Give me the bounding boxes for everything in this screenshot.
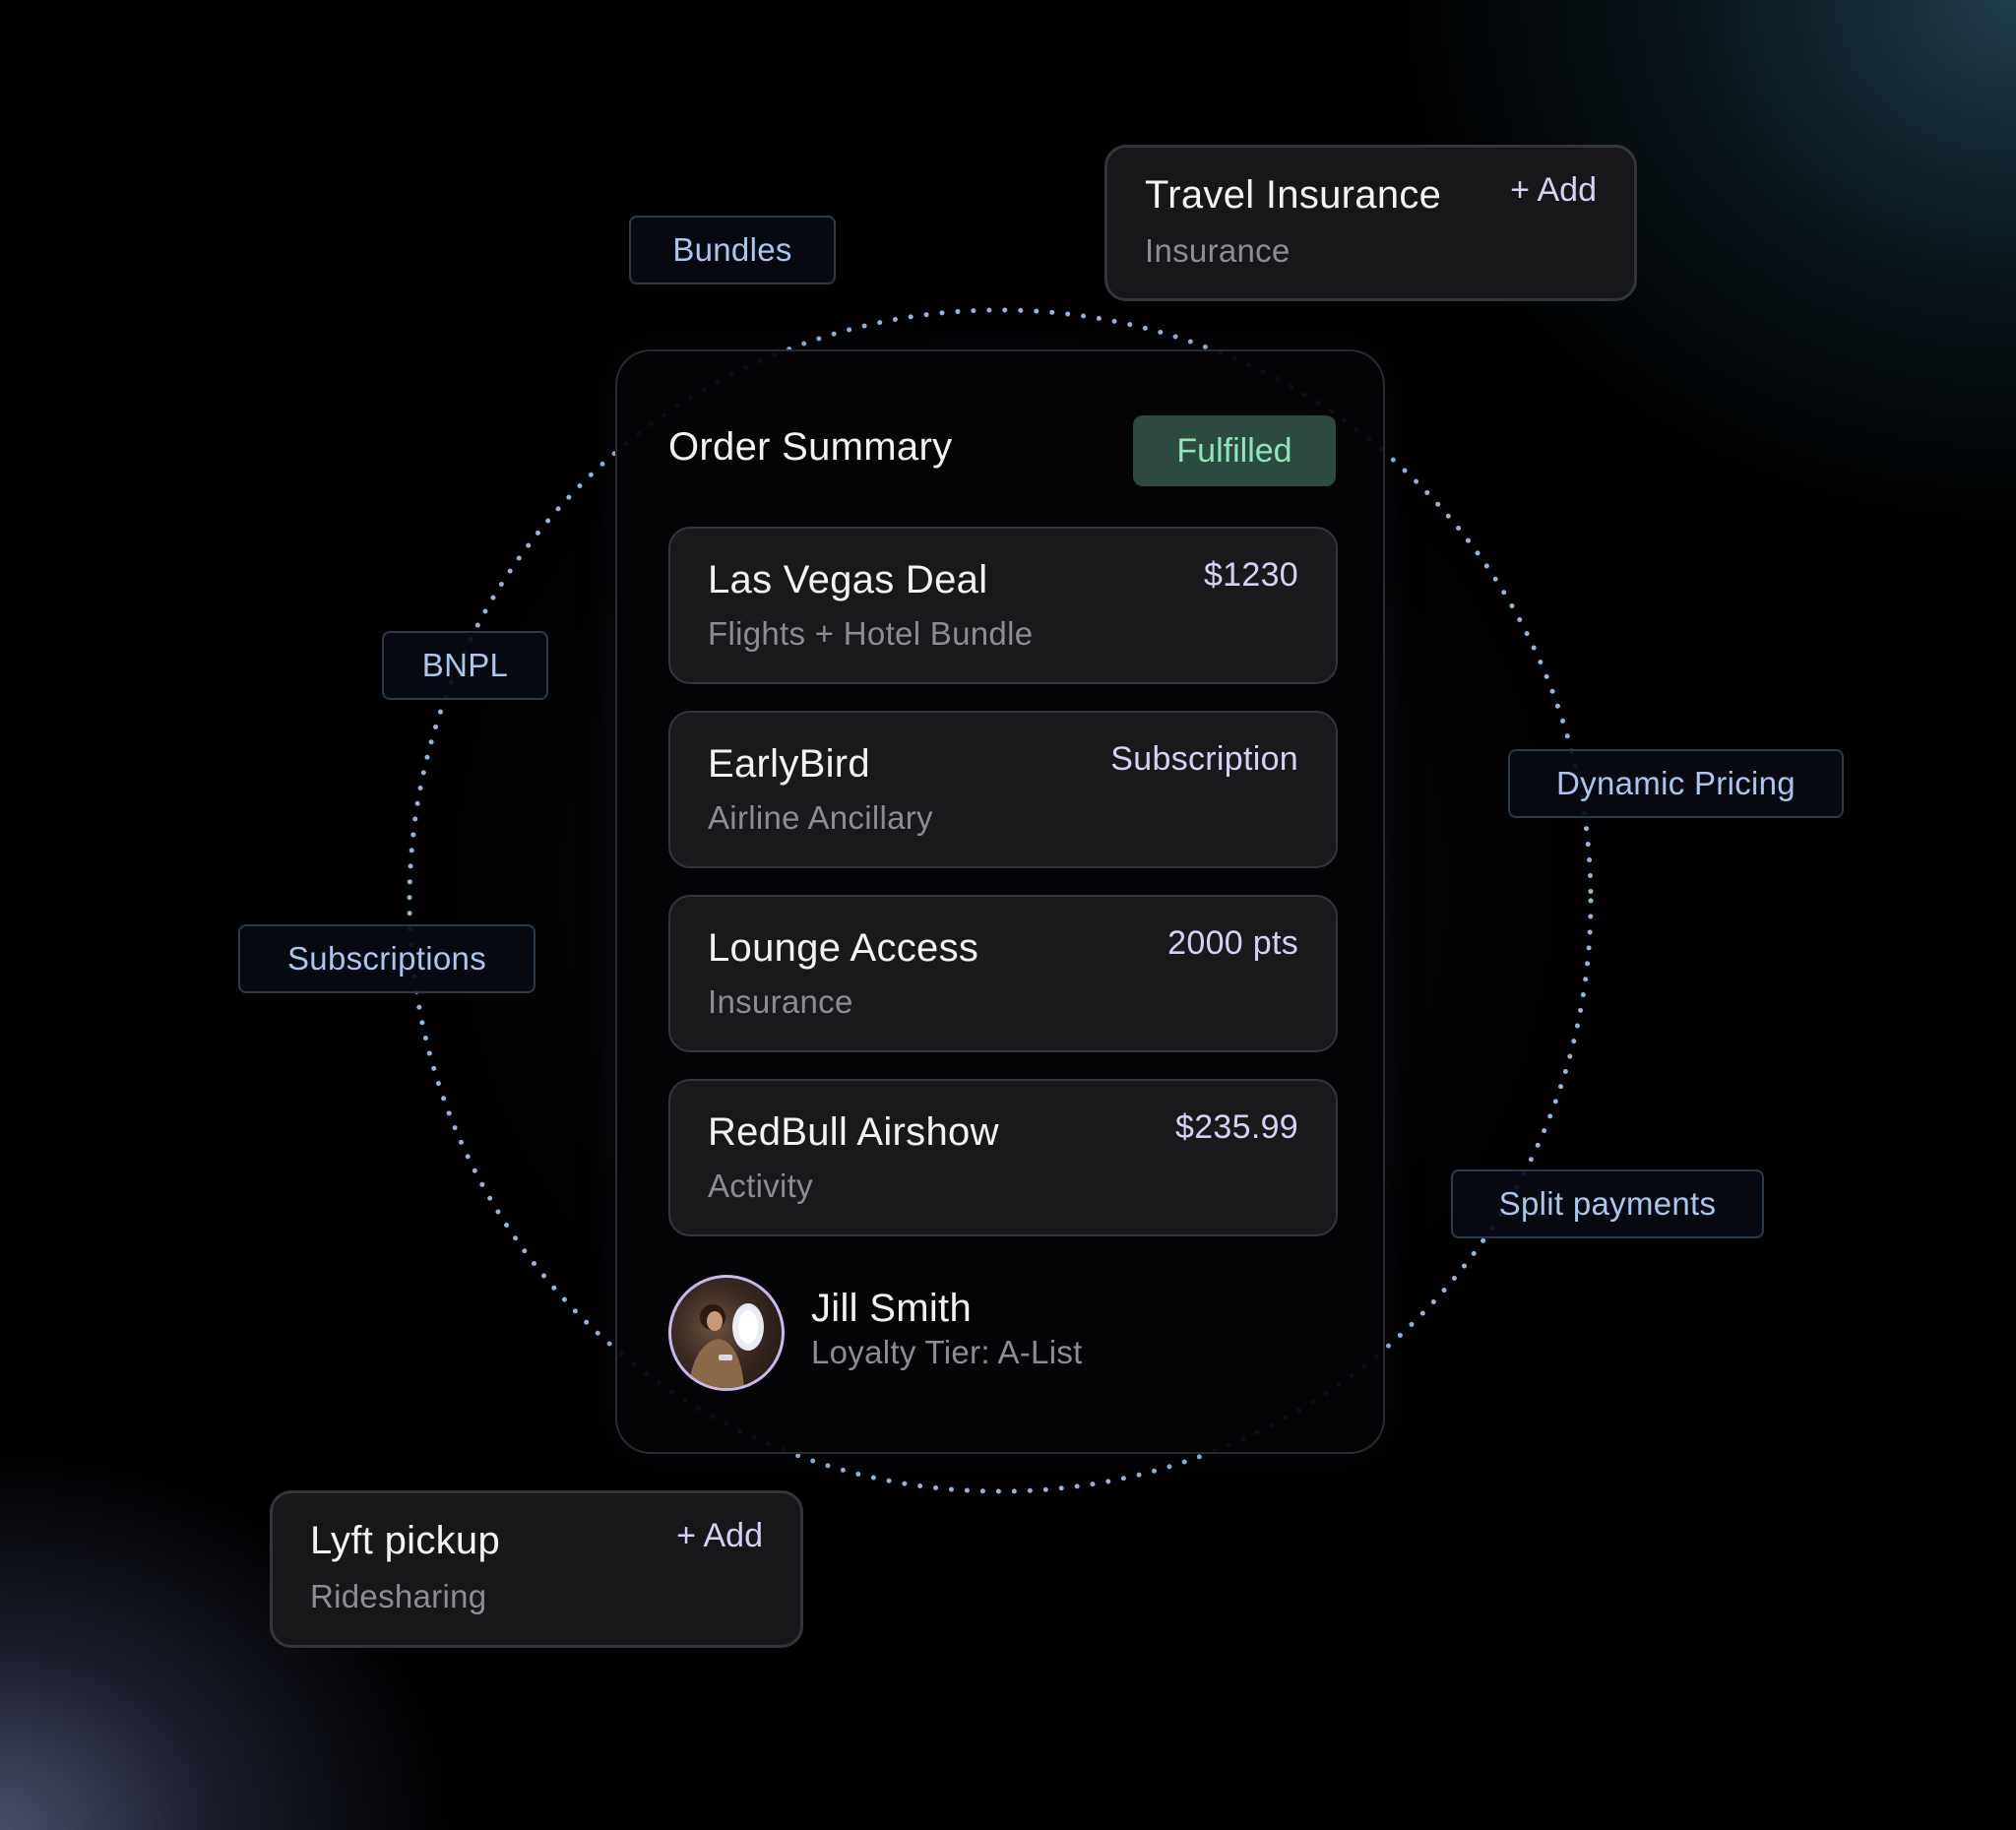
add-travel-insurance-button[interactable]: + Add [1510, 171, 1597, 210]
item-name: Las Vegas Deal [708, 558, 988, 601]
avatar-photo-icon [689, 1303, 764, 1388]
item-subtitle: Insurance [708, 983, 853, 1020]
item-value: $1230 [1203, 556, 1298, 594]
tag-dynamic-pricing[interactable]: Dynamic Pricing [1508, 749, 1844, 818]
add-lyft-pickup-button[interactable]: + Add [676, 1517, 763, 1555]
item-subtitle: Flights + Hotel Bundle [708, 615, 1034, 652]
item-value: $235.99 [1174, 1108, 1298, 1146]
addon-name: Travel Insurance [1145, 173, 1442, 217]
addon-subtitle: Insurance [1145, 232, 1291, 269]
addon-subtitle: Ridesharing [310, 1578, 487, 1614]
order-summary-card: Order Summary Fulfilled Las Vegas Deal F… [615, 349, 1385, 1454]
item-name: RedBull Airshow [708, 1110, 999, 1154]
addon-name: Lyft pickup [310, 1519, 501, 1562]
order-summary-title: Order Summary [668, 425, 953, 469]
item-value: Subscription [1110, 740, 1298, 778]
tag-split-payments[interactable]: Split payments [1451, 1169, 1764, 1238]
customer-info: Jill Smith Loyalty Tier: A-List [668, 1275, 1338, 1393]
loyalty-tier: Loyalty Tier: A-List [811, 1334, 1083, 1370]
tag-bnpl[interactable]: BNPL [382, 631, 548, 700]
order-item-redbull-airshow[interactable]: RedBull Airshow Activity $235.99 [668, 1079, 1338, 1236]
avatar[interactable] [668, 1275, 785, 1391]
order-item-lounge-access[interactable]: Lounge Access Insurance 2000 pts [668, 895, 1338, 1052]
order-item-earlybird[interactable]: EarlyBird Airline Ancillary Subscription [668, 711, 1338, 868]
item-name: EarlyBird [708, 742, 870, 786]
addon-travel-insurance: Travel Insurance Insurance + Add [1104, 145, 1637, 301]
tag-subscriptions[interactable]: Subscriptions [238, 924, 536, 993]
item-subtitle: Airline Ancillary [708, 799, 933, 836]
customer-name: Jill Smith [811, 1287, 973, 1330]
order-item-las-vegas-deal[interactable]: Las Vegas Deal Flights + Hotel Bundle $1… [668, 527, 1338, 684]
item-subtitle: Activity [708, 1167, 813, 1204]
item-value: 2000 pts [1167, 924, 1298, 962]
addon-lyft-pickup: Lyft pickup Ridesharing + Add [270, 1490, 803, 1648]
tag-bundles[interactable]: Bundles [629, 216, 836, 284]
item-name: Lounge Access [708, 926, 979, 970]
status-badge: Fulfilled [1133, 415, 1336, 486]
